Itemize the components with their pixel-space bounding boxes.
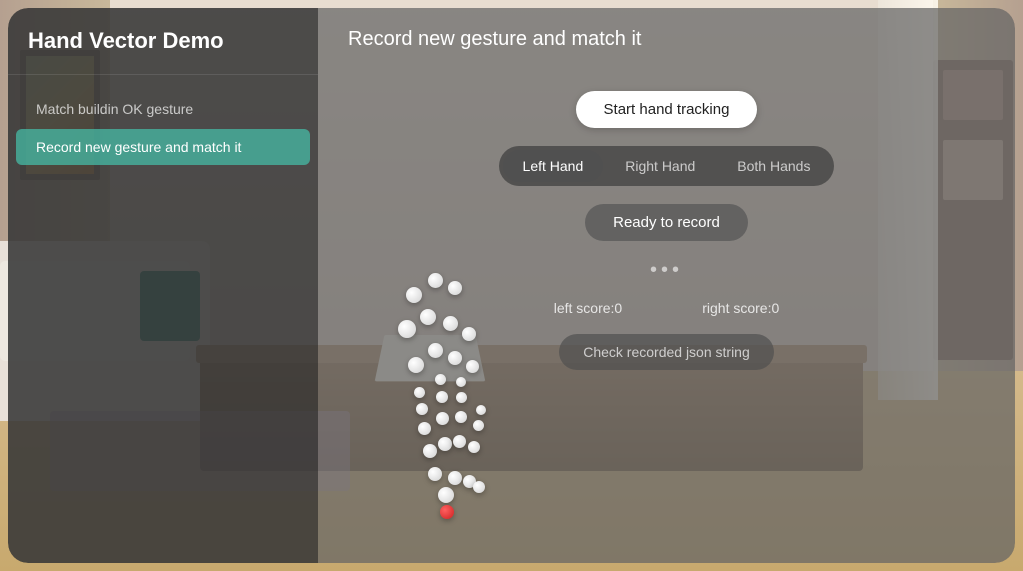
hand-dot-wrist [440, 505, 454, 519]
ready-to-record-button[interactable]: Ready to record [585, 204, 748, 241]
hand-dot-19 [473, 420, 484, 431]
hand-dot-11 [436, 412, 449, 425]
right-score: right score:0 [702, 300, 779, 316]
scores-row: left score:0 right score:0 [554, 300, 780, 316]
hand-dot-5 [473, 481, 485, 493]
app-title: Hand Vector Demo [8, 28, 318, 75]
hand-dot-17 [456, 377, 466, 387]
hand-dot-14 [453, 435, 466, 448]
dots-indicator: ••• [650, 259, 683, 282]
main-content: Record new gesture and match it Start ha… [318, 8, 1015, 563]
sidebar-item-match-buildin[interactable]: Match buildin OK gesture [16, 91, 310, 127]
app-container: Hand Vector Demo Match buildin OK gestur… [8, 8, 1015, 563]
hand-dot-8 [416, 403, 428, 415]
sidebar-item-record-gesture[interactable]: Record new gesture and match it [16, 129, 310, 165]
hand-dot-1 [438, 487, 454, 503]
hand-dot-20 [476, 405, 486, 415]
controls-area: Start hand tracking Left Hand Right Hand… [348, 91, 985, 370]
check-json-button[interactable]: Check recorded json string [559, 334, 774, 370]
hand-dot-7 [418, 422, 431, 435]
hand-dot-4 [463, 475, 476, 488]
left-hand-button[interactable]: Left Hand [503, 150, 604, 182]
hand-dot-9 [414, 387, 425, 398]
hand-dot-2 [428, 467, 442, 481]
hand-dot-16 [456, 392, 467, 403]
hand-dot-10 [438, 437, 452, 451]
hand-selector: Left Hand Right Hand Both Hands [499, 146, 835, 186]
page-title: Record new gesture and match it [348, 28, 985, 51]
start-tracking-button[interactable]: Start hand tracking [576, 91, 758, 128]
hand-dot-15 [455, 411, 467, 423]
hand-dot-18 [468, 441, 480, 453]
hand-dot-3 [448, 471, 462, 485]
left-score: left score:0 [554, 300, 622, 316]
hand-dot-12 [436, 391, 448, 403]
hand-dot-13 [435, 374, 446, 385]
sidebar: Hand Vector Demo Match buildin OK gestur… [8, 8, 318, 563]
right-hand-button[interactable]: Right Hand [605, 150, 715, 182]
both-hands-button[interactable]: Both Hands [717, 150, 830, 182]
hand-dot-6 [423, 444, 437, 458]
